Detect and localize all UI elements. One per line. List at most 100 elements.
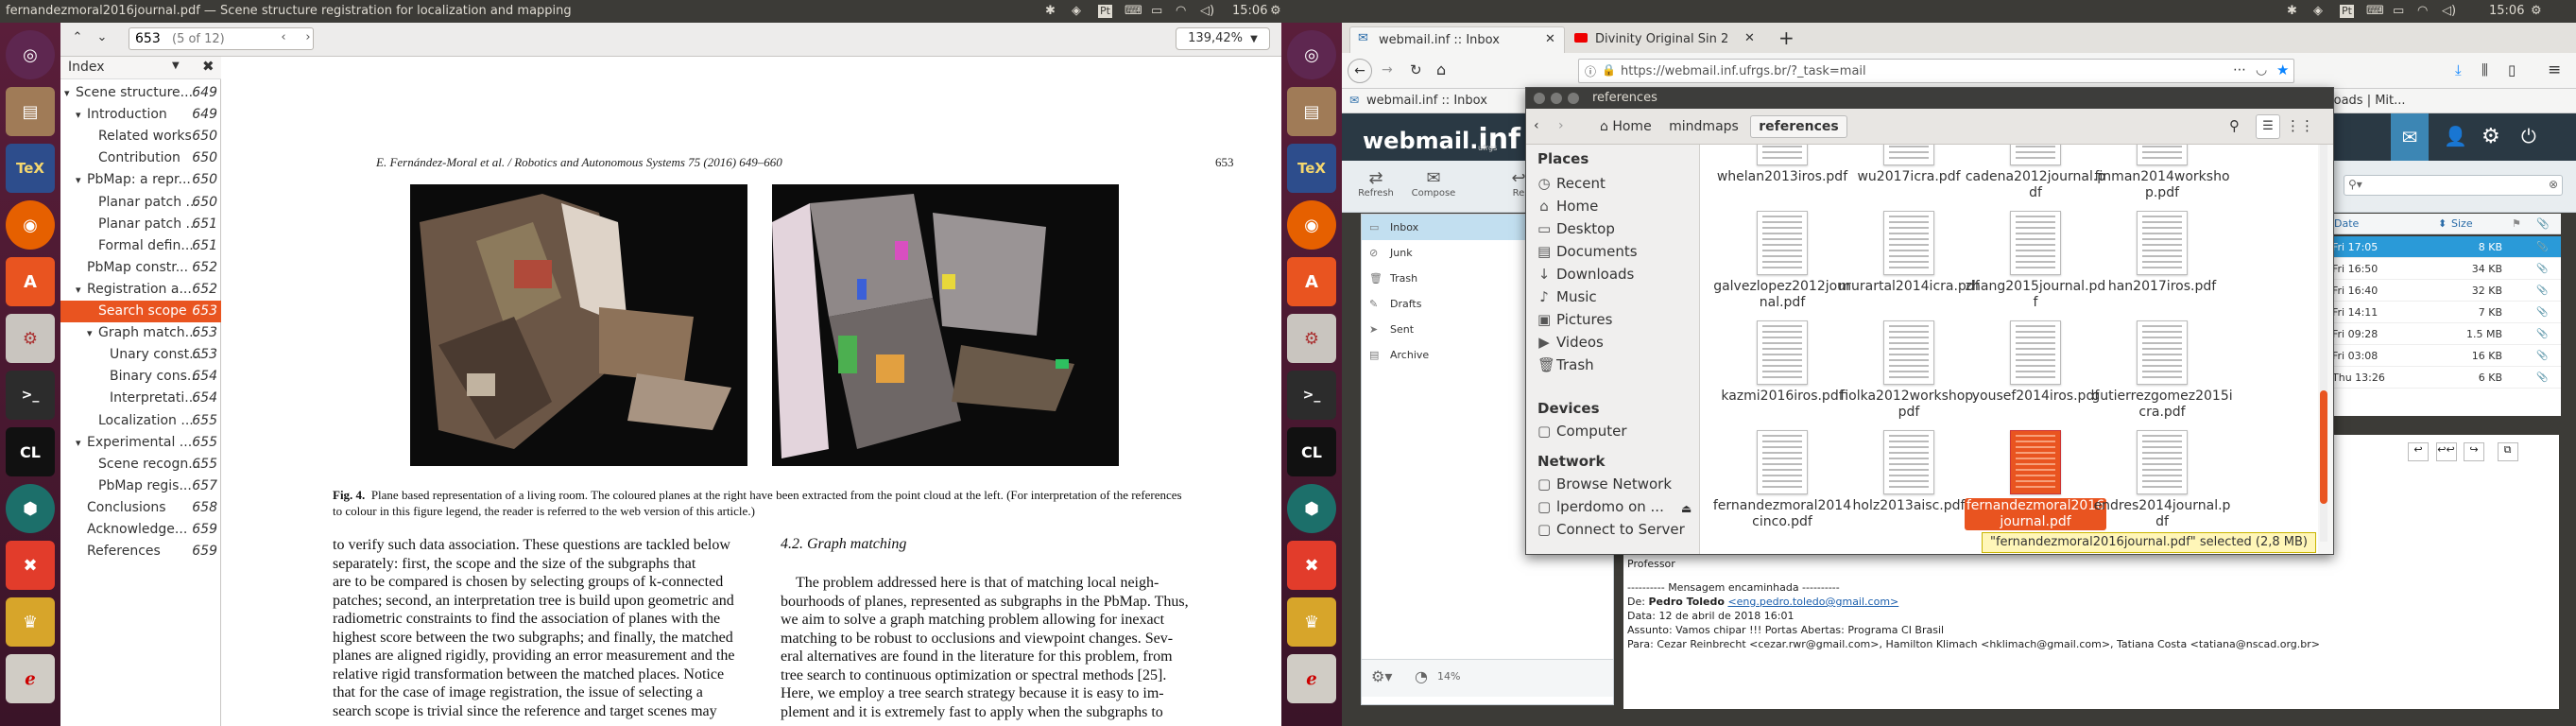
outline-item[interactable]: PbMap constr... 652 [60, 257, 221, 279]
input-method-icon[interactable]: Pt [1098, 5, 1112, 18]
close-icon[interactable]: ✖ [202, 58, 215, 75]
open-window-icon[interactable]: ⧉ [2497, 442, 2518, 461]
path-home[interactable]: ⌂ Home [1594, 116, 1657, 137]
volume-icon[interactable]: ◁) [1200, 0, 1214, 23]
reply-all-icon[interactable]: ↩↩ [2435, 442, 2457, 461]
file-item[interactable]: kazmi2016iros.pdf [1711, 320, 1853, 426]
file-item[interactable]: gutierrezgomez2015icra.pdf [2091, 320, 2233, 426]
search-box[interactable]: ⚲▾ ⊗ [2344, 175, 2563, 196]
back-icon[interactable]: ‹ [1534, 118, 1539, 133]
expander-triangle-icon[interactable]: ▾ [64, 82, 70, 104]
bluetooth-icon[interactable]: ✱ [1045, 0, 1056, 23]
contacts-icon[interactable]: 👤 [2444, 125, 2467, 147]
attachment-column-icon[interactable]: 📎 [2536, 214, 2550, 234]
outline-item[interactable]: Planar patch ... 650 [60, 192, 221, 214]
trophy-icon[interactable]: ♛ [6, 597, 55, 647]
file-item[interactable]: han2017iros.pdf [2091, 211, 2233, 317]
ubuntu-dash-icon[interactable]: ◎ [1287, 30, 1336, 79]
path-mindmaps[interactable]: mindmaps [1661, 116, 1746, 137]
firefox-icon[interactable]: ◉ [1287, 200, 1336, 250]
list-view-icon[interactable]: ☰ [2256, 114, 2280, 139]
bookmark-star-icon[interactable]: ★ [2276, 61, 2289, 78]
folder-settings-icon[interactable]: ⚙▾ [1371, 667, 1392, 685]
clion-icon[interactable]: CL [1287, 427, 1336, 476]
forward-icon[interactable]: → [1382, 62, 1393, 78]
expander-triangle-icon[interactable]: ▾ [76, 104, 81, 126]
clock[interactable]: 15:06 [2489, 0, 2524, 23]
flag-column-icon[interactable]: ⚑ [2512, 214, 2521, 234]
software-center-icon[interactable]: A [6, 257, 55, 306]
message-row[interactable]: Fri 03:08 16 KB 📎 [2327, 345, 2561, 367]
message-row[interactable]: Fri 09:28 1.5 MB 📎 [2327, 323, 2561, 345]
battery-icon[interactable]: ▭ [1151, 0, 1162, 23]
outline-item[interactable]: ▾ Scene structure... 649 [60, 82, 221, 104]
pocket-icon[interactable]: ◡ [2256, 62, 2267, 78]
gitkraken-icon[interactable]: ⬢ [6, 484, 55, 533]
texmaker-icon[interactable]: TeX [6, 144, 55, 193]
place-computer[interactable]: ▢ Computer [1537, 421, 1627, 441]
outline-item[interactable]: Related works 650 [60, 126, 221, 147]
chevron-down-icon[interactable]: ▼ [172, 60, 180, 71]
back-icon[interactable]: ← [1348, 59, 1372, 83]
outline-item[interactable]: ▾ Experimental ... 655 [60, 432, 221, 454]
evince-icon[interactable]: ℯ [6, 654, 55, 703]
previous-result-button[interactable]: ⌃ [66, 27, 89, 50]
reload-icon[interactable]: ↻ [1410, 61, 1422, 78]
outline-item[interactable]: ▾ PbMap: a repr... 650 [60, 169, 221, 191]
outline-item[interactable]: Acknowledge... 659 [60, 519, 221, 541]
place-trash[interactable]: 🗑Trash [1537, 354, 1594, 375]
library-icon[interactable]: ⫼ [2482, 61, 2488, 78]
place-connect-to-server[interactable]: ▢ Connect to Server [1537, 519, 1685, 540]
sidebar-icon[interactable]: ▯ [2508, 61, 2516, 78]
keyboard-icon[interactable]: ⌨ [2366, 0, 2384, 23]
home-icon[interactable]: ⌂ [1436, 60, 1446, 78]
url-bar[interactable]: ⓘ 🔒 https://webmail.inf.ufrgs.br/?_task=… [1578, 59, 2294, 83]
close-icon[interactable]: ✕ [1545, 32, 1555, 46]
message-row[interactable]: Fri 17:05 8 KB 📎 [2327, 236, 2561, 258]
url-text[interactable]: https://webmail.inf.ufrgs.br/?_task=mail [1621, 64, 1866, 78]
ubuntu-dash-icon[interactable]: ◎ [6, 30, 55, 79]
clion-icon[interactable]: CL [6, 427, 55, 476]
go-back-button[interactable]: ‹ [272, 27, 295, 50]
close-icon[interactable]: ✕ [1744, 31, 1755, 45]
file-item[interactable]: wu2017icra.pdf [1838, 145, 1980, 207]
file-item[interactable]: fernandezmoral2014cinco.pdf [1711, 430, 1853, 536]
clear-search-icon[interactable]: ⊗ [2549, 178, 2558, 191]
zoom-select[interactable]: 139,42% ▼ [1176, 27, 1270, 50]
maximize-window-icon[interactable] [1568, 93, 1579, 104]
place-pictures[interactable]: ▣ Pictures [1537, 309, 1612, 330]
wifi-icon[interactable]: ◠ [1176, 0, 1186, 23]
outline-item[interactable]: ▾ Registration a... 652 [60, 279, 221, 301]
file-item[interactable]: murartal2014icra.pdf [1838, 211, 1980, 317]
date-column[interactable]: Date [2334, 214, 2359, 234]
texmaker-icon[interactable]: TeX [1287, 144, 1336, 193]
dropbox-icon[interactable]: ◈ [2313, 0, 2323, 23]
outline-item[interactable]: Binary cons... 654 [60, 366, 221, 388]
refresh-button[interactable]: ⇄ Refresh [1357, 168, 1395, 199]
go-forward-button[interactable]: › [297, 27, 319, 50]
eject-icon[interactable]: ⏏ [1681, 502, 1692, 515]
gitkraken-icon[interactable]: ⬢ [1287, 484, 1336, 533]
outline-item[interactable]: Scene recogn... 655 [60, 454, 221, 475]
terminal-icon[interactable]: >_ [1287, 371, 1336, 420]
path-references[interactable]: references [1750, 115, 1847, 138]
gear-icon[interactable]: ⚙ [2531, 0, 2542, 23]
from-email-link[interactable]: <eng.pedro.toledo@gmail.com> [1727, 596, 1898, 608]
outline-item[interactable]: Formal defin... 651 [60, 235, 221, 257]
outline-item[interactable]: ▾ Graph match... 653 [60, 322, 221, 344]
gear-icon[interactable]: ⚙ [1270, 0, 1281, 23]
logout-icon[interactable]: ⏻ [2521, 125, 2536, 147]
files-scrollbar[interactable] [2320, 145, 2327, 542]
battery-icon[interactable]: ▭ [2393, 0, 2404, 23]
files-icon[interactable]: ▤ [1287, 87, 1336, 136]
outline-item[interactable]: References 659 [60, 541, 221, 562]
message-row[interactable]: Thu 13:26 6 KB 📎 [2327, 367, 2561, 389]
file-item[interactable]: cadena2012journal.pdf [1965, 145, 2106, 207]
file-item[interactable]: zhang2015journal.pdf [1965, 211, 2106, 317]
outline-item[interactable]: Search scope 653 [60, 301, 221, 322]
mail-icon[interactable]: ✉ [2391, 113, 2429, 161]
message-row[interactable]: Fri 14:11 7 KB 📎 [2327, 302, 2561, 323]
dropbox-icon[interactable]: ◈ [1072, 0, 1081, 23]
message-row[interactable]: Fri 16:50 34 KB 📎 [2327, 258, 2561, 280]
forward-icon[interactable]: ↪ [2464, 442, 2484, 461]
